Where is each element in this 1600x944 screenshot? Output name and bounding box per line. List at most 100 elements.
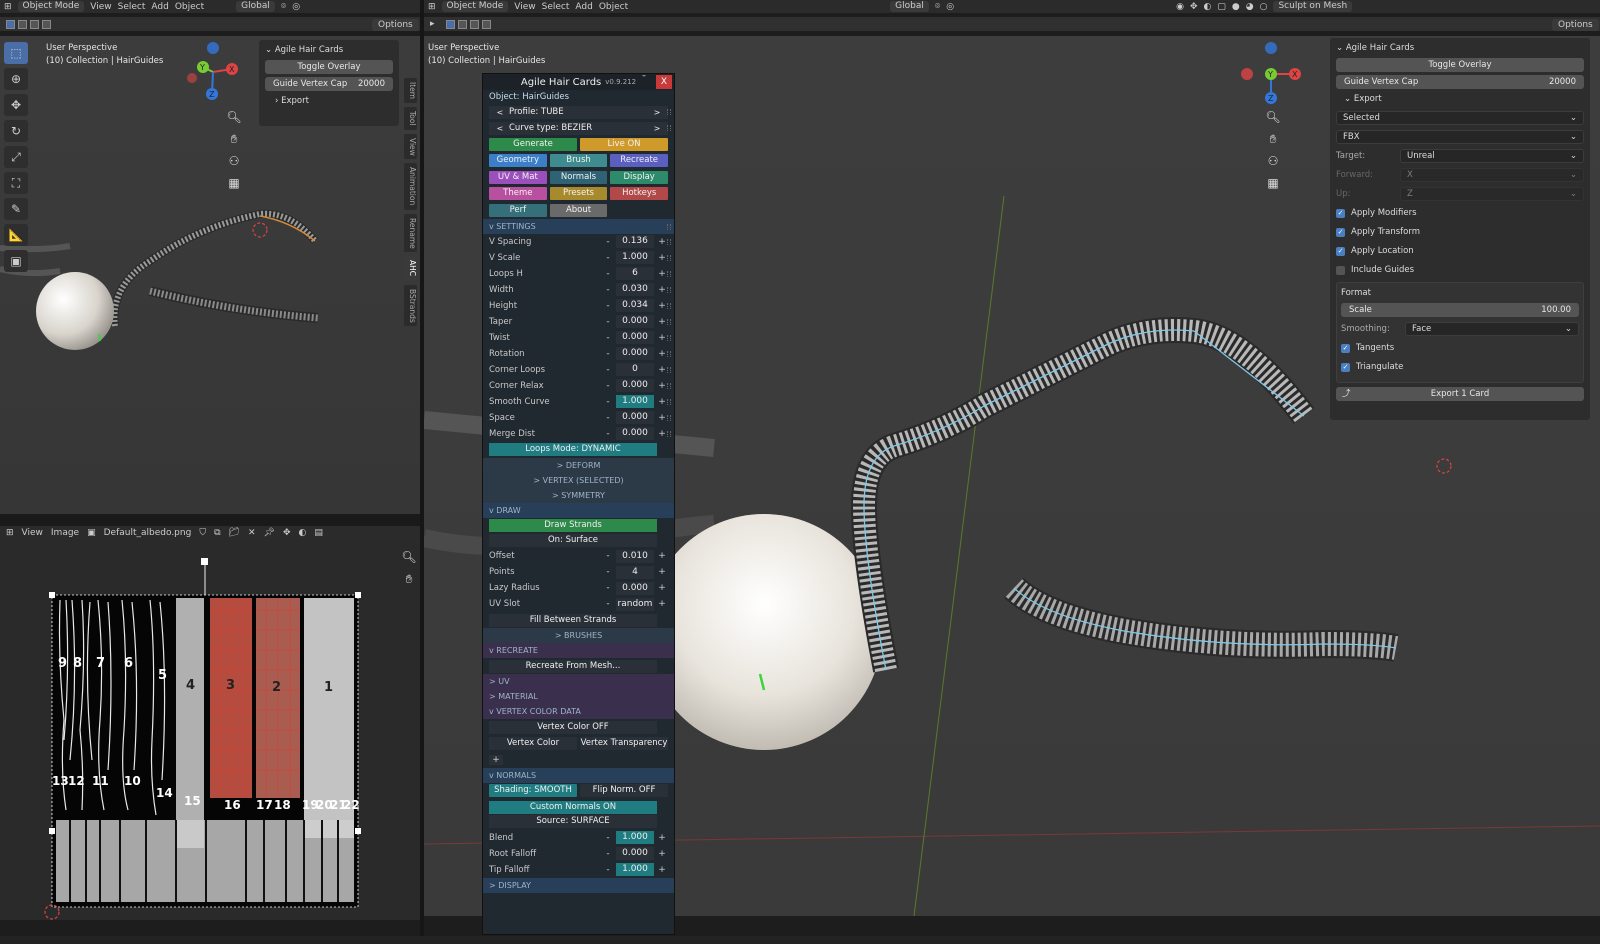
setting-value[interactable]: 0 [616,363,654,376]
close-icon[interactable]: X [656,75,672,89]
ahc-title-bar[interactable]: Agile Hair Cards v0.9.212 ˉ X [483,74,674,90]
menu-select[interactable]: Select [118,2,146,12]
symmetry-section-header[interactable]: > SYMMETRY [483,487,674,503]
pan-hand-icon[interactable]: ✋︎ [225,130,243,148]
chevron-right-icon[interactable]: > [652,106,662,119]
recreate-from-mesh-button[interactable]: Recreate From Mesh... [489,659,657,673]
visibility-icon[interactable]: ◉ [1176,2,1184,12]
select-subtract-icon[interactable] [30,19,39,29]
minus-icon[interactable]: - [602,551,614,561]
main-proportional-icon[interactable]: ◎ [946,2,954,12]
main-select-mode-icon[interactable] [445,19,455,29]
annotate-tool-icon[interactable]: ✎ [4,198,28,220]
plus-icon[interactable]: + [656,567,668,577]
apply-location-checkbox[interactable]: ✓ Apply Location [1336,244,1584,258]
left-3d-viewport[interactable]: User Perspective (10) Collection | HairG… [0,36,420,514]
minus-icon[interactable]: - [602,237,614,247]
vertex-color-toggle-button[interactable]: Vertex Color OFF [489,720,657,734]
right-npanel-title[interactable]: ⌄ Agile Hair Cards [1336,41,1584,55]
tab-about[interactable]: About [549,203,608,217]
overlay-icon[interactable]: ◐ [1204,2,1212,12]
plus-icon[interactable]: + [656,849,668,859]
menu-add[interactable]: Add [151,2,168,12]
menu-object[interactable]: Object [175,2,204,12]
image-close-icon[interactable]: ✕ [248,528,256,538]
main-ortho-grid-icon[interactable]: ▦ [1264,174,1282,192]
rotate-tool-icon[interactable]: ↻ [4,120,28,142]
brushes-section-header[interactable]: > BRUSHES [483,628,674,643]
chevron-left-icon[interactable]: < [495,122,505,135]
main-menu-object[interactable]: Object [599,2,628,12]
left-npanel-title[interactable]: ⌄ Agile Hair Cards [265,43,393,57]
tab-hotkeys[interactable]: Hotkeys [610,187,669,200]
left-toggle-overlay-button[interactable]: Toggle Overlay [265,60,393,74]
number-stepper[interactable]: -1.000 + [602,395,668,408]
number-stepper[interactable]: - random + [602,597,668,611]
setting-value[interactable]: 0.034 [616,299,654,312]
right-toggle-overlay-button[interactable]: Toggle Overlay [1336,58,1584,72]
main-nav-gizmo[interactable]: X Y Z [1241,42,1303,106]
minus-icon[interactable]: - [602,413,614,423]
tab-tool[interactable]: Tool [404,107,417,130]
editor-type-icon[interactable]: ⊞ [4,2,12,12]
menu-view[interactable]: View [90,2,111,12]
profile-field[interactable]: < Profile: TUBE > [489,105,668,119]
minus-icon[interactable]: - [602,429,614,439]
export-selection-dropdown[interactable]: Selected ⌄ [1336,111,1584,125]
minus-icon[interactable]: - [602,381,614,391]
number-stepper[interactable]: -0.000 + [602,347,668,360]
main-menu-view[interactable]: View [514,2,535,12]
number-stepper[interactable]: -0 + [602,363,668,376]
add-layer-button[interactable]: + [489,754,503,765]
shading-button[interactable]: Shading: SMOOTH [489,784,577,797]
main-pan-hand-icon[interactable]: ✋︎ [1264,130,1282,148]
image-menu-view[interactable]: View [22,528,43,538]
plus-icon[interactable]: + [656,551,668,561]
image-overlay-icon[interactable]: ◐ [298,528,306,538]
plus-icon[interactable]: + [656,833,668,843]
fill-between-strands-button[interactable]: Fill Between Strands [489,613,657,627]
draw-field-value[interactable]: 0.010 [616,549,654,563]
vertex-color-section-header[interactable]: v VERTEX COLOR DATA [483,704,674,719]
tab-uv-mat[interactable]: UV & Mat [489,170,547,184]
setting-value[interactable]: 6 [616,267,654,280]
left-nav-gizmo[interactable]: X Y Z [185,42,241,102]
export-format-dropdown[interactable]: FBX ⌄ [1336,130,1584,144]
add-cube-tool-icon[interactable]: ▣ [4,250,28,272]
left-export-subpanel[interactable]: › Export [265,94,393,108]
tab-item[interactable]: Item [404,78,417,104]
number-stepper[interactable]: -0.000 + [602,331,668,344]
image-menu-image[interactable]: Image [51,528,79,538]
include-guides-checkbox[interactable]: Include Guides [1336,263,1584,277]
minus-icon[interactable]: - [602,253,614,263]
number-stepper[interactable]: -0.000 + [602,581,668,595]
tangents-checkbox[interactable]: ✓ Tangents [1341,341,1579,355]
number-stepper[interactable]: -4 + [602,565,668,579]
draw-field-value[interactable]: 4 [616,565,654,579]
setting-value[interactable]: 0.000 [616,379,654,392]
left-options-button[interactable]: Options [372,19,419,31]
transform-tool-icon[interactable]: ⛶ [4,172,28,194]
image-editor-viewport[interactable]: 9 8 7 6 5 4 3 2 1 13 12 11 10 14 15 16 1… [0,540,420,920]
normal-field-value[interactable]: 0.000 [616,847,654,860]
right-export-subpanel[interactable]: ⌄ Export [1336,92,1584,106]
move-tool-icon[interactable]: ✥ [4,94,28,116]
normal-field-value[interactable]: 1.000 [616,863,654,876]
right-guide-cap-field[interactable]: Guide Vertex Cap 20000 [1336,75,1584,89]
display-section-header[interactable]: > DISPLAY [483,877,674,893]
setting-value[interactable]: 0.000 [616,315,654,328]
minus-icon[interactable]: - [602,567,614,577]
number-stepper[interactable]: -6 + [602,267,668,280]
main-select-subtract-icon[interactable] [469,19,479,29]
number-stepper[interactable]: -1.000 + [602,831,668,844]
shading-material-icon[interactable]: ◕ [1246,2,1254,12]
apply-transform-checkbox[interactable]: ✓ Apply Transform [1336,225,1584,239]
minus-icon[interactable]: - [602,269,614,279]
settings-section-header[interactable]: v SETTINGS [483,218,674,234]
image-display-icon[interactable]: ▤ [314,528,323,538]
image-fake-user-icon[interactable]: ⛉ [199,528,206,538]
number-stepper[interactable]: -1.000 + [602,251,668,264]
curve-type-field[interactable]: < Curve type: BEZIER > [489,121,668,135]
minus-icon[interactable]: - [602,599,614,609]
up-dropdown[interactable]: Z ⌄ [1400,187,1584,201]
